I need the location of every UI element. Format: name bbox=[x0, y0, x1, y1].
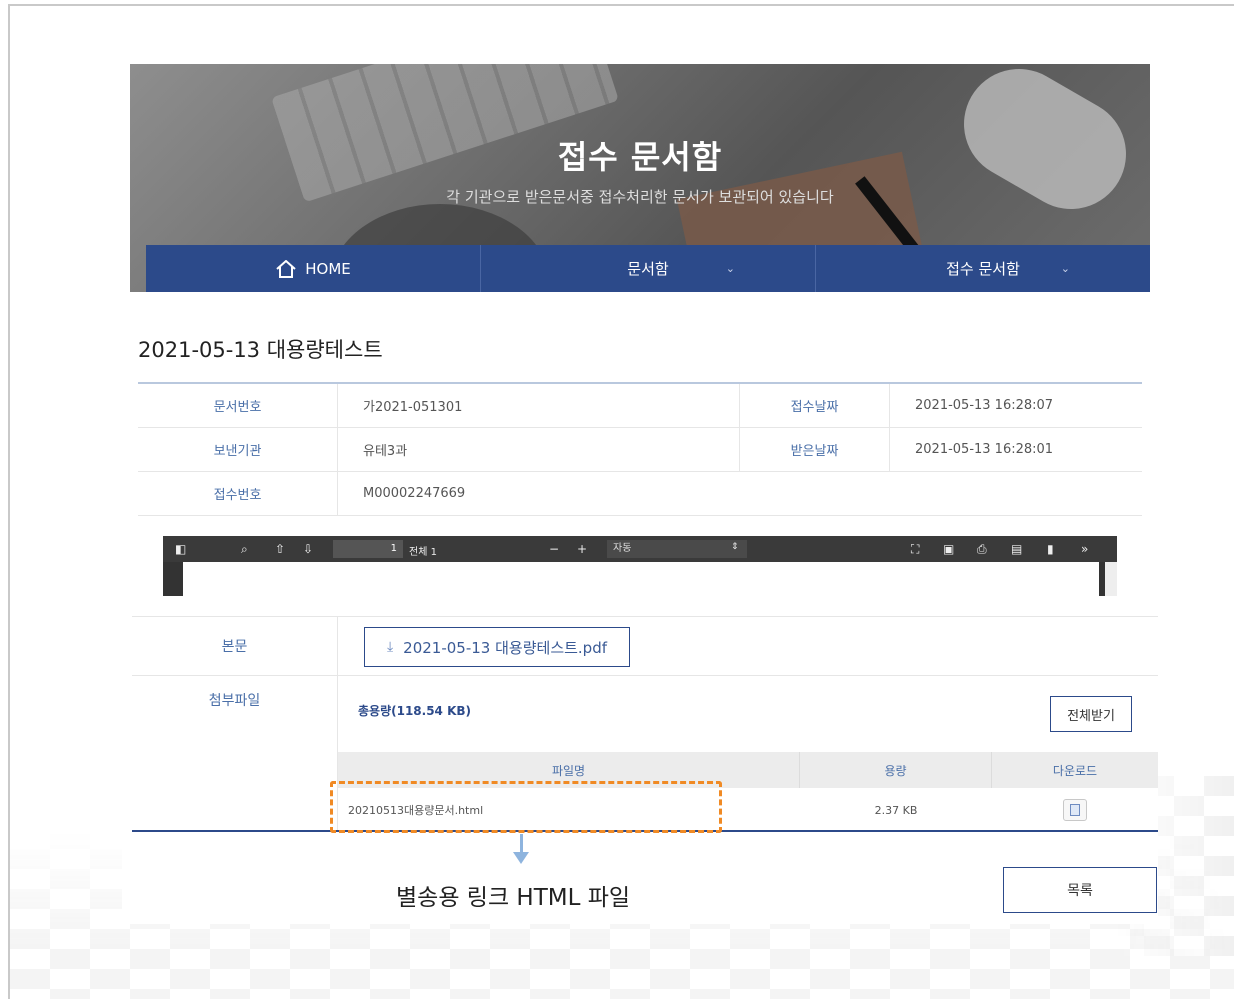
annotation-arrow bbox=[520, 834, 523, 854]
received-date-label: 받은날짜 bbox=[740, 428, 890, 471]
attachments-label: 첨부파일 bbox=[132, 676, 338, 832]
breadcrumb-nav: HOME 문서함 ⌄ 접수 문서함 ⌄ bbox=[146, 245, 1150, 292]
reception-no-label: 접수번호 bbox=[138, 472, 338, 515]
annotation-text: 별송용 링크 HTML 파일 bbox=[396, 885, 631, 911]
total-size: 총용량(118.54 KB) bbox=[358, 704, 472, 718]
col-size: 용량 bbox=[800, 752, 992, 788]
doc-no-label: 문서번호 bbox=[138, 384, 338, 427]
home-icon bbox=[276, 259, 296, 278]
pdf-download-button[interactable]: ⤓ 2021-05-13 대용량테스트.pdf bbox=[364, 627, 630, 667]
pdf-toolbar: ◧ ⌕ ⇧ ⇩ 1 전체 1 − + 자동 ⇕ ⛶ ▣ ⎙ ▤ ▮ » bbox=[163, 536, 1117, 562]
page-total: 전체 1 bbox=[409, 547, 437, 558]
reception-no-value: M00002247669 bbox=[363, 486, 466, 501]
hero-banner: 접수 문서함 각 기관으로 받은문서중 접수처리한 문서가 보관되어 있습니다 … bbox=[130, 64, 1150, 292]
chevron-down-icon: ⌄ bbox=[725, 262, 735, 275]
body-label: 본문 bbox=[132, 617, 338, 675]
scrollbar[interactable] bbox=[1105, 562, 1117, 596]
previous-page-icon[interactable]: ⇧ bbox=[275, 542, 285, 556]
receive-date-value: 2021-05-13 16:28:07 bbox=[915, 398, 1054, 413]
document-title: 2021-05-13 대용량테스트 bbox=[138, 338, 383, 362]
file-size: 2.37 KB bbox=[874, 803, 918, 817]
page-content: 접수 문서함 각 기관으로 받은문서중 접수처리한 문서가 보관되어 있습니다 … bbox=[122, 64, 1158, 924]
body-row: 본문 ⤓ 2021-05-13 대용량테스트.pdf bbox=[132, 616, 1158, 676]
print-icon[interactable]: ⎙ bbox=[977, 542, 987, 557]
tools-icon[interactable]: » bbox=[1081, 542, 1088, 556]
file-download-icon[interactable] bbox=[1063, 799, 1087, 821]
arrow-down-icon bbox=[513, 852, 529, 864]
download-icon[interactable]: ▤ bbox=[1011, 542, 1022, 556]
sender-label: 보낸기관 bbox=[138, 428, 338, 471]
list-button[interactable]: 목록 bbox=[1003, 867, 1157, 913]
hero-title: 접수 문서함 bbox=[557, 138, 723, 176]
search-icon[interactable]: ⌕ bbox=[241, 542, 248, 557]
doc-no-value: 가2021-051301 bbox=[338, 384, 740, 427]
page-number-input[interactable]: 1 bbox=[333, 540, 403, 558]
zoom-select[interactable]: 자동 bbox=[607, 540, 747, 558]
download-all-button[interactable]: 전체받기 bbox=[1050, 696, 1132, 732]
receive-date-label: 접수날짜 bbox=[740, 384, 890, 427]
col-download: 다운로드 bbox=[1052, 763, 1098, 778]
nav-home-label: HOME bbox=[305, 259, 351, 278]
nav-received-box-label: 접수 문서함 bbox=[946, 260, 1020, 278]
pdf-file-name: 2021-05-13 대용량테스트.pdf bbox=[403, 638, 608, 657]
info-row: 보낸기관 유테3과 받은날짜 2021-05-13 16:28:01 bbox=[138, 428, 1142, 472]
hero-subtitle: 각 기관으로 받은문서중 접수처리한 문서가 보관되어 있습니다 bbox=[446, 188, 834, 206]
presentation-mode-icon[interactable]: ⛶ bbox=[911, 542, 919, 557]
zoom-in-icon[interactable]: + bbox=[577, 542, 587, 556]
info-table: 문서번호 가2021-051301 접수날짜 2021-05-13 16:28:… bbox=[138, 382, 1142, 516]
nav-document-box[interactable]: 문서함 ⌄ bbox=[481, 245, 816, 292]
zoom-out-icon[interactable]: − bbox=[549, 542, 559, 556]
received-date-value: 2021-05-13 16:28:01 bbox=[915, 442, 1054, 457]
window-frame: 접수 문서함 각 기관으로 받은문서중 접수처리한 문서가 보관되어 있습니다 … bbox=[8, 4, 1234, 999]
select-arrow-icon: ⇕ bbox=[731, 542, 739, 552]
highlight-box bbox=[330, 781, 722, 833]
sender-value: 유테3과 bbox=[338, 428, 740, 471]
info-row: 접수번호 M00002247669 bbox=[138, 472, 1142, 516]
pdf-viewer[interactable]: ◧ ⌕ ⇧ ⇩ 1 전체 1 − + 자동 ⇕ ⛶ ▣ ⎙ ▤ ▮ » bbox=[163, 536, 1117, 596]
open-file-icon[interactable]: ▣ bbox=[943, 542, 954, 556]
bookmark-icon[interactable]: ▮ bbox=[1047, 542, 1054, 556]
nav-home[interactable]: HOME bbox=[146, 245, 481, 292]
nav-received-box[interactable]: 접수 문서함 ⌄ bbox=[816, 245, 1150, 292]
nav-document-box-label: 문서함 bbox=[627, 260, 669, 278]
chevron-down-icon: ⌄ bbox=[1060, 262, 1070, 275]
sidebar-toggle-icon[interactable]: ◧ bbox=[175, 542, 186, 556]
info-row: 문서번호 가2021-051301 접수날짜 2021-05-13 16:28:… bbox=[138, 384, 1142, 428]
download-icon: ⤓ bbox=[386, 639, 394, 655]
next-page-icon[interactable]: ⇩ bbox=[303, 542, 313, 556]
file-download-cell bbox=[992, 788, 1158, 832]
